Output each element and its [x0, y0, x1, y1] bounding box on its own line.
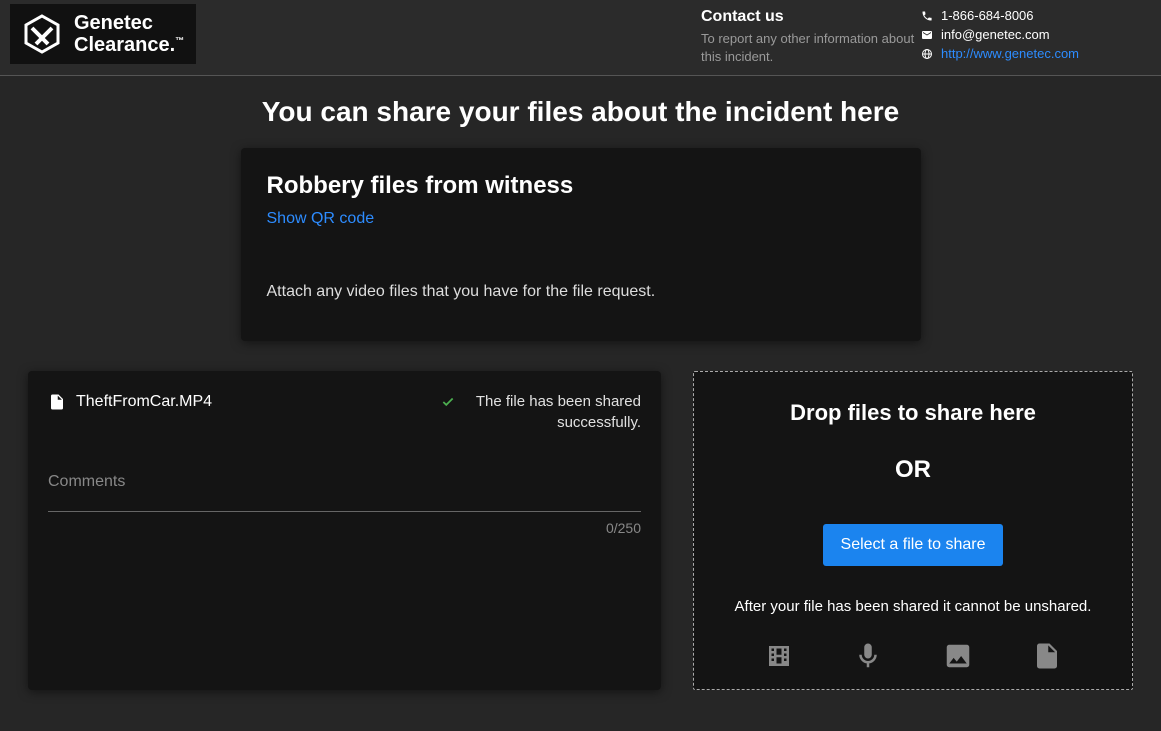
contact-title: Contact us [701, 8, 921, 26]
comments-input[interactable] [48, 511, 641, 512]
mail-icon [921, 29, 933, 41]
contact-phone: 1-866-684-8006 [921, 8, 1141, 25]
contact-desc: To report any other information about th… [701, 30, 921, 66]
file-card: TheftFromCar.MP4 The file has been share… [28, 371, 661, 690]
image-icon [943, 641, 973, 671]
logo-text: Genetec Clearance.™ [74, 12, 184, 56]
globe-icon [921, 48, 933, 60]
file-status: The file has been shared successfully. [461, 391, 641, 433]
drop-title: Drop files to share here [714, 400, 1112, 426]
document-icon [1032, 641, 1062, 671]
request-description: Attach any video files that you have for… [267, 283, 895, 301]
select-file-button[interactable]: Select a file to share [823, 524, 1004, 566]
logo: Genetec Clearance.™ [10, 4, 196, 64]
page-title: You can share your files about the incid… [0, 96, 1161, 128]
drop-or: OR [714, 456, 1112, 484]
show-qr-link[interactable]: Show QR code [267, 210, 375, 228]
video-icon [764, 641, 794, 671]
char-count: 0/250 [48, 520, 641, 536]
drop-zone[interactable]: Drop files to share here OR Select a fil… [693, 371, 1133, 690]
request-title: Robbery files from witness [267, 172, 895, 200]
contact-email[interactable]: info@genetec.com [921, 27, 1141, 44]
drop-note: After your file has been shared it canno… [714, 596, 1112, 619]
contact-info: 1-866-684-8006 info@genetec.com http://w… [921, 0, 1161, 73]
comments-label: Comments [48, 473, 641, 491]
logo-icon [22, 14, 62, 54]
contact-website[interactable]: http://www.genetec.com [921, 46, 1141, 63]
check-icon [441, 395, 455, 409]
phone-icon [921, 10, 933, 22]
file-type-icons [714, 641, 1112, 671]
request-card: Robbery files from witness Show QR code … [241, 148, 921, 341]
microphone-icon [853, 641, 883, 671]
file-name-row: TheftFromCar.MP4 [48, 391, 212, 413]
contact-block: Contact us To report any other informati… [701, 0, 921, 74]
header: Genetec Clearance.™ Contact us To report… [0, 0, 1161, 76]
file-icon [48, 391, 66, 413]
file-name: TheftFromCar.MP4 [76, 393, 212, 411]
